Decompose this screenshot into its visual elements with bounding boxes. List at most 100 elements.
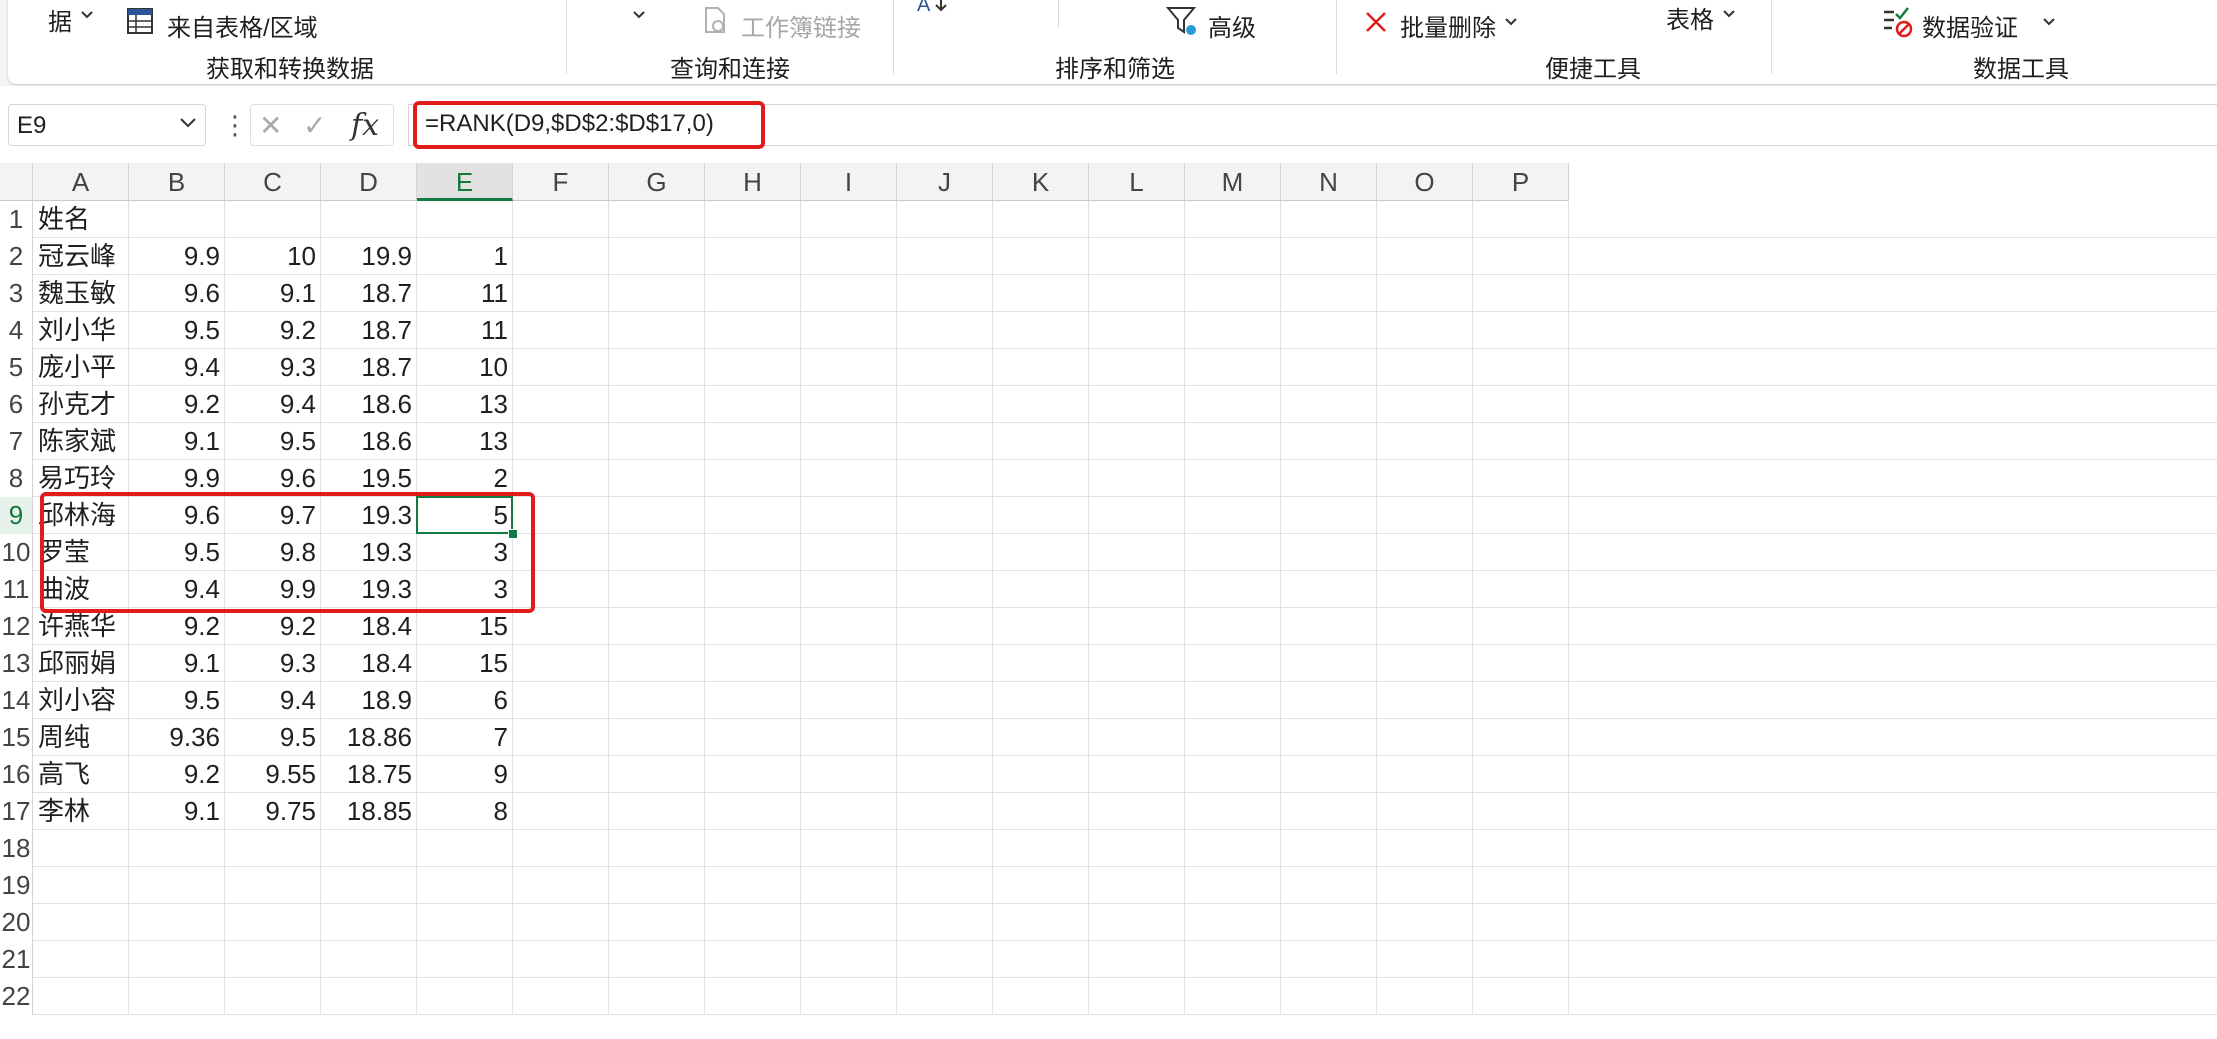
- cell-c16[interactable]: 9.55: [225, 756, 321, 793]
- cell-e16[interactable]: 9: [417, 756, 513, 793]
- cell-d13[interactable]: 18.4: [321, 645, 417, 682]
- cell-c20[interactable]: [225, 904, 321, 941]
- column-header-e[interactable]: E: [417, 163, 513, 201]
- row-header[interactable]: 4: [0, 312, 33, 349]
- cell-b14[interactable]: 9.5: [129, 682, 225, 719]
- column-header-m[interactable]: M: [1185, 163, 1281, 201]
- column-header-o[interactable]: O: [1377, 163, 1473, 201]
- cell-b5[interactable]: 9.4: [129, 349, 225, 386]
- row-header[interactable]: 19: [0, 867, 33, 904]
- cell-e12[interactable]: 15: [417, 608, 513, 645]
- cell-c22[interactable]: [225, 978, 321, 1015]
- cell-a3[interactable]: 魏玉敏: [33, 275, 129, 312]
- cell-a5[interactable]: 庞小平: [33, 349, 129, 386]
- cell-c2[interactable]: 10: [225, 238, 321, 275]
- cell-c15[interactable]: 9.5: [225, 719, 321, 756]
- column-header-k[interactable]: K: [993, 163, 1089, 201]
- column-header-f[interactable]: F: [513, 163, 609, 201]
- row-header[interactable]: 15: [0, 719, 33, 756]
- cell-d22[interactable]: [321, 978, 417, 1015]
- cell-c5[interactable]: 9.3: [225, 349, 321, 386]
- insert-function-icon[interactable]: fx: [351, 108, 379, 143]
- cell-d7[interactable]: 18.6: [321, 423, 417, 460]
- cell-d2[interactable]: 19.9: [321, 238, 417, 275]
- cell-b13[interactable]: 9.1: [129, 645, 225, 682]
- cell-b15[interactable]: 9.36: [129, 719, 225, 756]
- column-header-i[interactable]: I: [801, 163, 897, 201]
- row-header[interactable]: 9: [0, 497, 33, 534]
- row-header[interactable]: 7: [0, 423, 33, 460]
- cell-c3[interactable]: 9.1: [225, 275, 321, 312]
- cell-e1[interactable]: [417, 201, 513, 238]
- cell-b12[interactable]: 9.2: [129, 608, 225, 645]
- cell-d16[interactable]: 18.75: [321, 756, 417, 793]
- cell-e15[interactable]: 7: [417, 719, 513, 756]
- cell-e14[interactable]: 6: [417, 682, 513, 719]
- cell-b20[interactable]: [129, 904, 225, 941]
- row-header[interactable]: 5: [0, 349, 33, 386]
- cell-a2[interactable]: 冠云峰: [33, 238, 129, 275]
- cell-c12[interactable]: 9.2: [225, 608, 321, 645]
- column-header-a[interactable]: A: [33, 163, 129, 201]
- chevron-down-icon[interactable]: [179, 117, 197, 129]
- column-header-n[interactable]: N: [1281, 163, 1377, 201]
- cell-c4[interactable]: 9.2: [225, 312, 321, 349]
- cell-a21[interactable]: [33, 941, 129, 978]
- enter-icon[interactable]: ✓: [303, 109, 326, 142]
- cell-a14[interactable]: 刘小容: [33, 682, 129, 719]
- cell-a6[interactable]: 孙克才: [33, 386, 129, 423]
- column-header-d[interactable]: D: [321, 163, 417, 201]
- row-header[interactable]: 1: [0, 201, 33, 238]
- cell-e7[interactable]: 13: [417, 423, 513, 460]
- column-header-p[interactable]: P: [1473, 163, 1569, 201]
- cell-a12[interactable]: 许燕华: [33, 608, 129, 645]
- row-header[interactable]: 10: [0, 534, 33, 571]
- cell-b21[interactable]: [129, 941, 225, 978]
- row-header[interactable]: 21: [0, 941, 33, 978]
- cell-b16[interactable]: 9.2: [129, 756, 225, 793]
- cell-b3[interactable]: 9.6: [129, 275, 225, 312]
- column-header-l[interactable]: L: [1089, 163, 1185, 201]
- cell-a13[interactable]: 邱丽娟: [33, 645, 129, 682]
- cell-d19[interactable]: [321, 867, 417, 904]
- cell-c6[interactable]: 9.4: [225, 386, 321, 423]
- row-header[interactable]: 17: [0, 793, 33, 830]
- row-header[interactable]: 16: [0, 756, 33, 793]
- cell-e4[interactable]: 11: [417, 312, 513, 349]
- cell-a22[interactable]: [33, 978, 129, 1015]
- cell-d17[interactable]: 18.85: [321, 793, 417, 830]
- cell-c7[interactable]: 9.5: [225, 423, 321, 460]
- select-all-corner[interactable]: [0, 163, 33, 201]
- cell-a1[interactable]: 姓名: [33, 201, 129, 238]
- cell-a20[interactable]: [33, 904, 129, 941]
- cell-c1[interactable]: [225, 201, 321, 238]
- cell-e13[interactable]: 15: [417, 645, 513, 682]
- cell-d21[interactable]: [321, 941, 417, 978]
- cell-c21[interactable]: [225, 941, 321, 978]
- cell-b2[interactable]: 9.9: [129, 238, 225, 275]
- cell-d14[interactable]: 18.9: [321, 682, 417, 719]
- chevron-down-icon[interactable]: [632, 10, 646, 20]
- column-header-g[interactable]: G: [609, 163, 705, 201]
- cell-d6[interactable]: 18.6: [321, 386, 417, 423]
- cell-e3[interactable]: 11: [417, 275, 513, 312]
- row-header[interactable]: 12: [0, 608, 33, 645]
- cell-c14[interactable]: 9.4: [225, 682, 321, 719]
- cell-a15[interactable]: 周纯: [33, 719, 129, 756]
- row-header[interactable]: 22: [0, 978, 33, 1015]
- column-header-b[interactable]: B: [129, 163, 225, 201]
- cell-b19[interactable]: [129, 867, 225, 904]
- cell-b1[interactable]: [129, 201, 225, 238]
- cell-e2[interactable]: 1: [417, 238, 513, 275]
- row-header[interactable]: 11: [0, 571, 33, 608]
- cell-e20[interactable]: [417, 904, 513, 941]
- cell-a18[interactable]: [33, 830, 129, 867]
- cell-e21[interactable]: [417, 941, 513, 978]
- row-header[interactable]: 2: [0, 238, 33, 275]
- cell-b7[interactable]: 9.1: [129, 423, 225, 460]
- row-header[interactable]: 13: [0, 645, 33, 682]
- column-header-j[interactable]: J: [897, 163, 993, 201]
- cell-b17[interactable]: 9.1: [129, 793, 225, 830]
- cell-a19[interactable]: [33, 867, 129, 904]
- cell-e18[interactable]: [417, 830, 513, 867]
